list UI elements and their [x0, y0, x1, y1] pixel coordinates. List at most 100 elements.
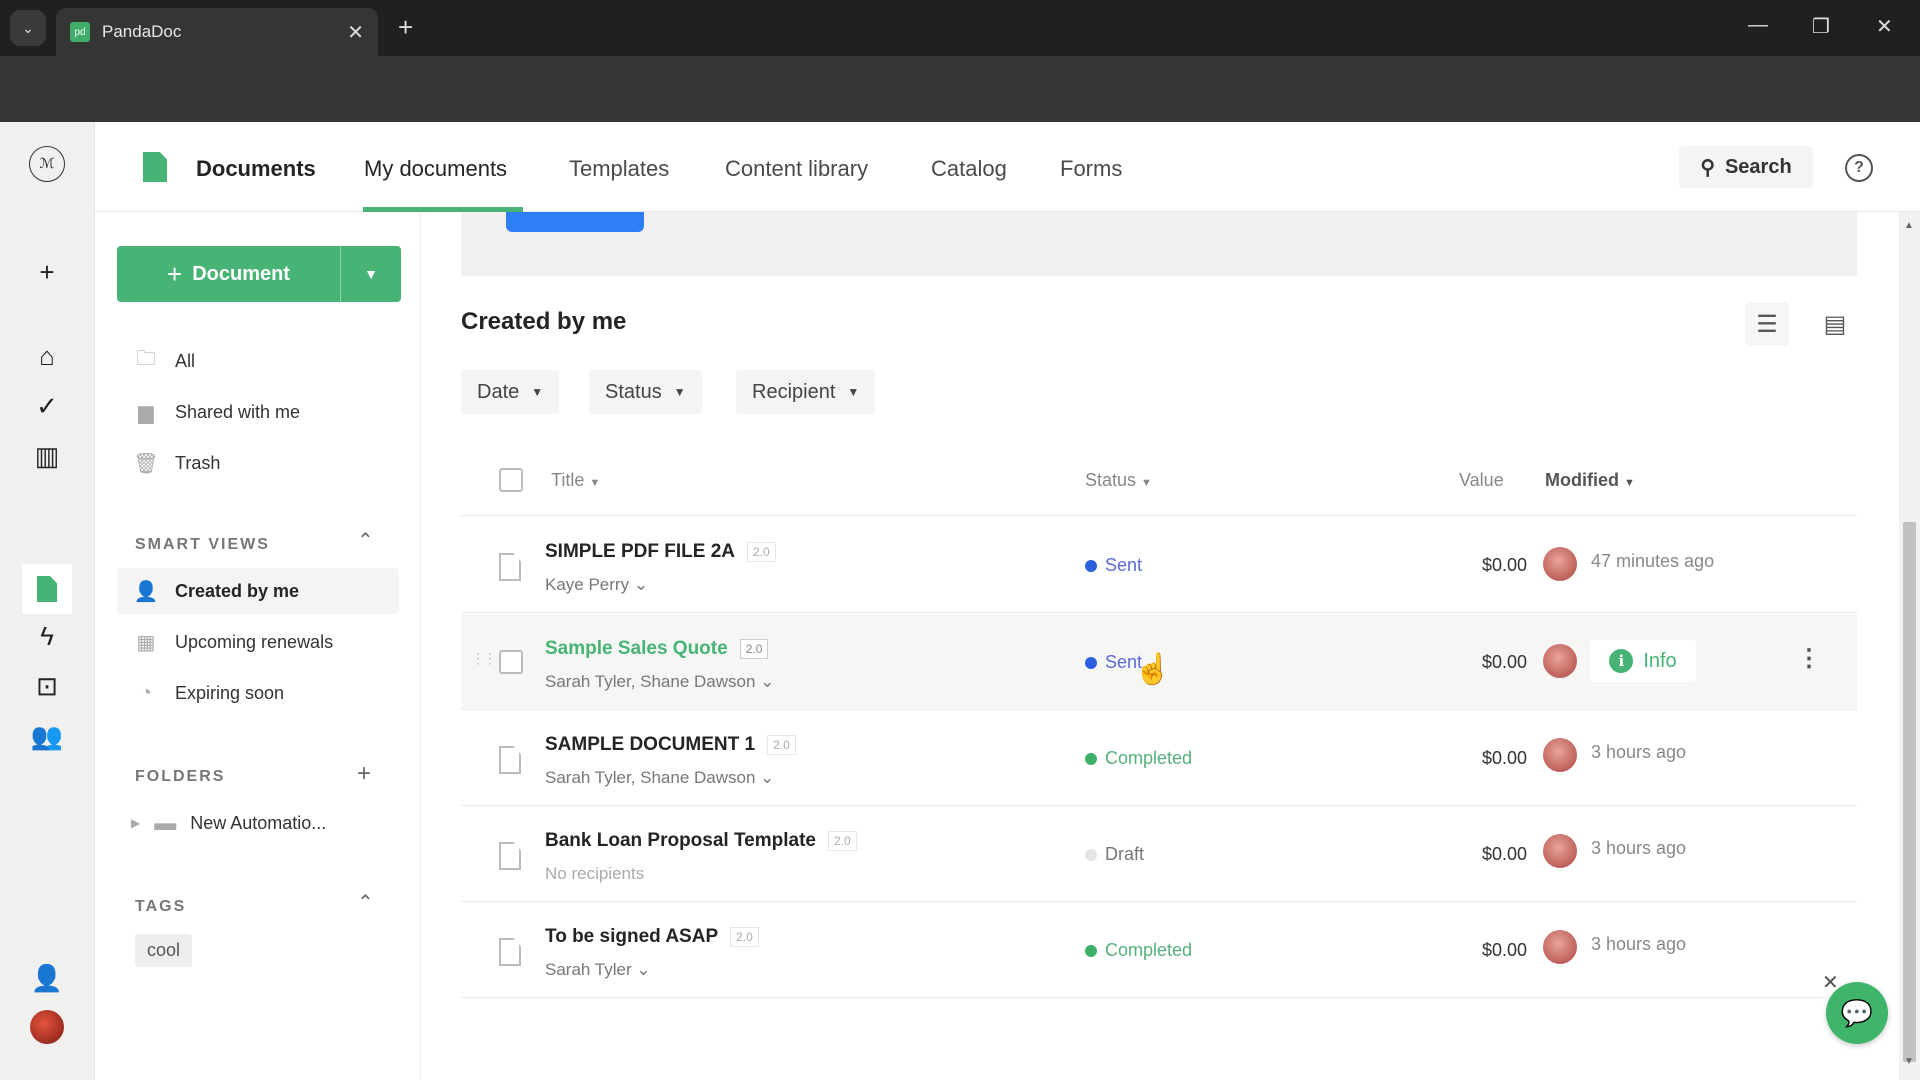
forms-icon[interactable]: ⊡: [27, 666, 67, 706]
caret-down-icon: ▼: [673, 385, 686, 399]
browser-tab[interactable]: pd PandaDoc ✕: [56, 8, 378, 56]
new-document-dropdown[interactable]: ▼: [341, 246, 401, 302]
tab-search-button[interactable]: ⌄: [10, 10, 46, 46]
minimize-icon[interactable]: —: [1748, 14, 1768, 37]
promo-banner: [461, 212, 1857, 276]
table-row[interactable]: Bank Loan Proposal Template 2.0 No recipi…: [461, 806, 1857, 902]
smart-view-created-by-me[interactable]: 👤 Created by me: [117, 568, 399, 614]
status-dot: [1085, 656, 1097, 669]
page-title: Documents: [196, 156, 316, 181]
pandadoc-favicon: pd: [70, 22, 90, 42]
file-icon: [499, 553, 521, 581]
info-button[interactable]: i Info: [1590, 640, 1696, 682]
document-value: $0.00: [1481, 555, 1527, 575]
column-title[interactable]: Title ▼: [551, 470, 600, 491]
table-row[interactable]: SIMPLE PDF FILE 2A 2.0 Kaye Perry ⌄ Sent …: [461, 517, 1857, 613]
smart-view-upcoming-renewals[interactable]: ▦ Upcoming renewals: [117, 619, 399, 665]
column-value: Value: [1459, 470, 1504, 490]
document-value: $0.00: [1481, 844, 1527, 864]
add-folder-plus-icon[interactable]: +: [357, 760, 371, 788]
banner-button[interactable]: [506, 212, 644, 232]
table-row[interactable]: SAMPLE DOCUMENT 1 2.0 Sarah Tyler, Shane …: [461, 710, 1857, 806]
sidebar-item-label: Trash: [175, 452, 221, 473]
help-icon[interactable]: ?: [1845, 154, 1873, 182]
folder-icon: 🗀: [136, 348, 156, 370]
status-dot: [1085, 848, 1097, 861]
collapse-tags-chevron-up-icon[interactable]: ⌃: [357, 890, 374, 915]
workspace-logo[interactable]: ℳ: [29, 146, 65, 182]
invite-user-icon[interactable]: 👤: [27, 958, 67, 998]
documents-logo-icon: [143, 152, 167, 182]
trash-icon: 🗑: [133, 452, 159, 475]
tag-chip[interactable]: cool: [135, 934, 193, 967]
hand-cursor-icon: ☝: [1134, 653, 1172, 686]
document-title[interactable]: Sample Sales Quote 2.0: [545, 638, 769, 660]
automation-bolt-icon[interactable]: ϟ: [27, 616, 67, 656]
filter-status[interactable]: Status ▼: [589, 370, 702, 414]
scroll-up-icon[interactable]: ▲: [1904, 220, 1914, 231]
new-tab-button[interactable]: +: [398, 12, 413, 43]
chat-support-button[interactable]: 💬: [1826, 982, 1888, 1044]
browser-tab-bar: ⌄ pd PandaDoc ✕ + — ❐ ✕: [0, 0, 1920, 56]
tasks-check-icon[interactable]: ✓: [27, 386, 67, 426]
status-dot: [1085, 559, 1097, 572]
document-title[interactable]: To be signed ASAP 2.0: [545, 926, 759, 948]
documents-icon[interactable]: [22, 564, 72, 614]
document-title[interactable]: SIMPLE PDF FILE 2A 2.0: [545, 541, 776, 563]
filter-date[interactable]: Date ▼: [461, 370, 560, 414]
column-modified[interactable]: Modified ▼: [1545, 470, 1635, 491]
caret-down-icon: ▼: [364, 266, 378, 282]
tab-templates[interactable]: Templates: [569, 156, 669, 182]
reports-chart-icon[interactable]: ▥: [27, 436, 67, 476]
sidebar-item-trash[interactable]: 🗑 Trash: [117, 440, 399, 486]
table-row[interactable]: To be signed ASAP 2.0 Sarah Tyler ⌄ Compl…: [461, 902, 1857, 998]
close-window-icon[interactable]: ✕: [1876, 14, 1893, 39]
filter-lines-icon[interactable]: ☰: [1745, 302, 1789, 346]
smart-views-heading: SMART VIEWS: [135, 536, 270, 553]
contacts-icon[interactable]: 👥: [27, 716, 67, 756]
drag-handle-icon[interactable]: ⋮⋮: [471, 650, 497, 667]
restore-icon[interactable]: ❐: [1812, 14, 1830, 39]
recipients-dropdown[interactable]: Sarah Tyler, Shane Dawson ⌄: [545, 672, 774, 692]
recipients-dropdown[interactable]: Kaye Perry ⌄: [545, 575, 648, 595]
new-document-button[interactable]: + Document: [117, 246, 341, 302]
new-document-label: Document: [192, 262, 290, 285]
tab-forms[interactable]: Forms: [1060, 156, 1122, 182]
list-view-icon[interactable]: ▤: [1813, 302, 1857, 346]
close-tab-icon[interactable]: ✕: [347, 20, 364, 45]
home-icon[interactable]: ⌂: [27, 336, 67, 376]
owner-avatar: [1543, 644, 1577, 678]
user-avatar[interactable]: [30, 1010, 64, 1044]
recipients-dropdown[interactable]: Sarah Tyler, Shane Dawson ⌄: [545, 768, 774, 788]
expand-caret-icon[interactable]: ▶: [131, 816, 140, 830]
row-checkbox[interactable]: [499, 650, 523, 674]
select-all-checkbox[interactable]: [499, 468, 523, 492]
tab-content-library[interactable]: Content library: [725, 156, 868, 182]
scrollbar-thumb[interactable]: [1903, 522, 1916, 1062]
recipients-dropdown[interactable]: Sarah Tyler ⌄: [545, 960, 651, 980]
search-icon: ⚲: [1700, 156, 1715, 179]
modified-time: 47 minutes ago: [1591, 551, 1715, 571]
sidebar-item-shared-with-me[interactable]: ▆ Shared with me: [117, 389, 399, 435]
folder-item[interactable]: ▶ ▬ New Automatio...: [117, 800, 399, 846]
more-options-icon[interactable]: ⋮: [1797, 644, 1821, 673]
page-scrollbar[interactable]: ▲ ▼: [1899, 212, 1920, 1080]
document-title[interactable]: Bank Loan Proposal Template 2.0: [545, 830, 857, 852]
search-label: Search: [1724, 155, 1792, 178]
smart-view-expiring-soon[interactable]: ◔ Expiring soon: [117, 670, 399, 716]
app-rail: ℳ + ⌂ ✓ ▥ ϟ ⊡ 👥 👤: [0, 122, 95, 1080]
create-icon[interactable]: +: [27, 252, 67, 292]
scroll-down-icon[interactable]: ▼: [1904, 1056, 1914, 1067]
status-dot: [1085, 944, 1097, 957]
document-title[interactable]: SAMPLE DOCUMENT 1 2.0: [545, 734, 796, 756]
status-badge: Completed: [1085, 748, 1192, 769]
column-status[interactable]: Status ▼: [1085, 470, 1152, 491]
sidebar-item-all[interactable]: 🗀 All: [117, 338, 399, 384]
tab-catalog[interactable]: Catalog: [931, 156, 1007, 182]
tab-my-documents[interactable]: My documents: [364, 156, 507, 182]
filter-recipient[interactable]: Recipient ▼: [736, 370, 876, 414]
tags-heading: TAGS: [135, 898, 187, 915]
search-button[interactable]: ⚲ Search: [1679, 146, 1813, 188]
version-badge: 2.0: [739, 639, 769, 659]
collapse-smart-views-chevron-up-icon[interactable]: ⌃: [357, 528, 374, 553]
